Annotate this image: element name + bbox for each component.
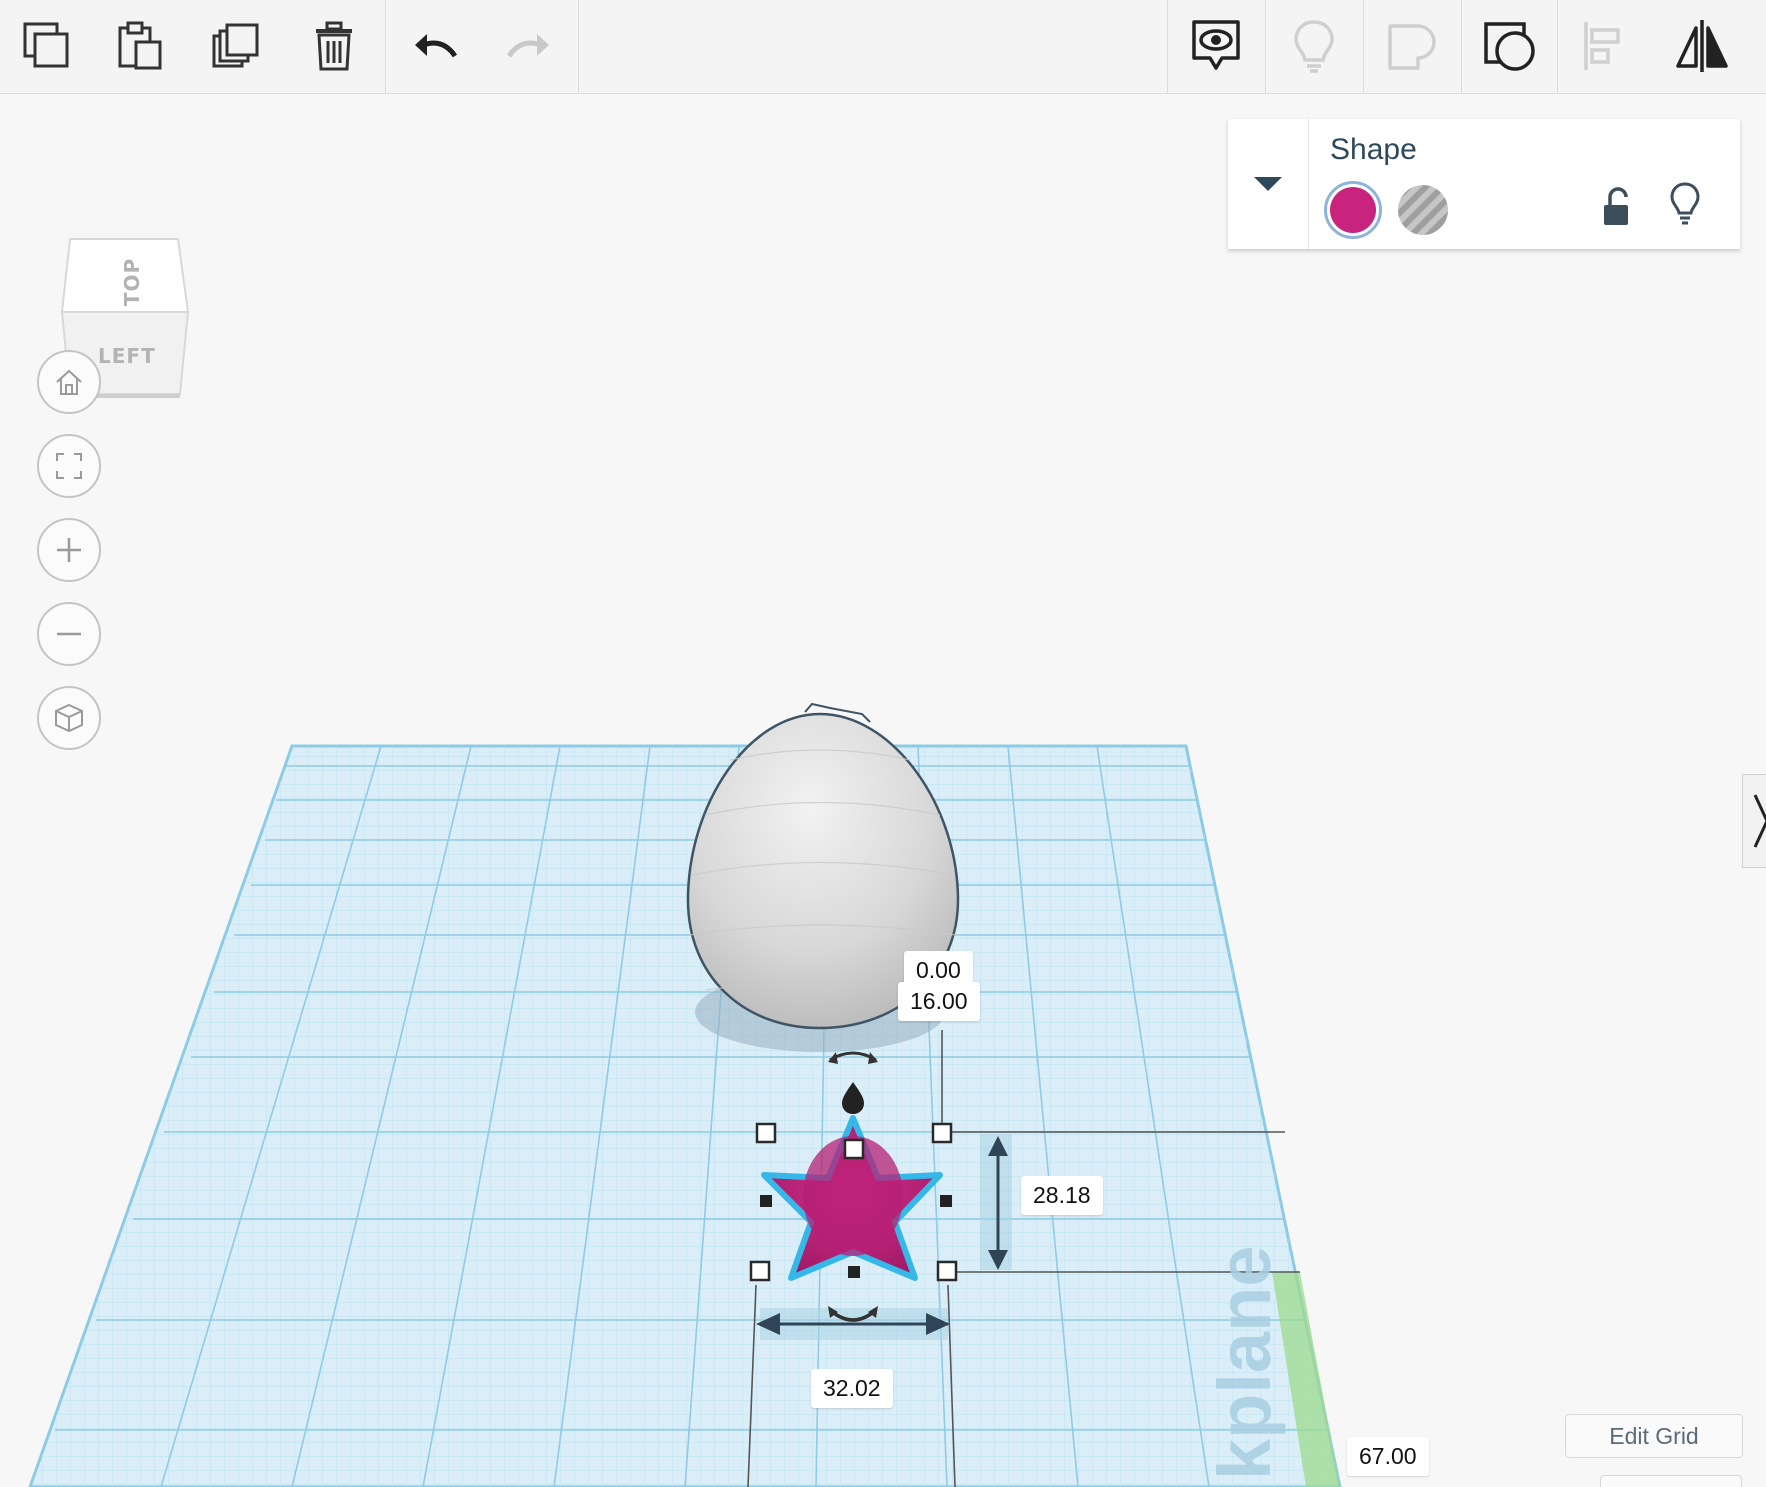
align-button[interactable] (1574, 14, 1638, 78)
paste-icon (118, 21, 162, 70)
toolbar-divider (1557, 0, 1558, 93)
zoom-out-icon (57, 632, 81, 636)
position-input[interactable]: 67.00 (1347, 1437, 1429, 1476)
toolbar-divider (1363, 0, 1364, 93)
solid-color-dot (1330, 187, 1376, 233)
group-icon (1388, 24, 1436, 70)
align-icon (1584, 22, 1620, 70)
inspector-collapse-button[interactable] (1228, 119, 1309, 249)
inspector-title: Shape (1330, 133, 1417, 166)
view-cube-left-label[interactable]: LEFT (98, 344, 156, 368)
ungroup-icon (1484, 22, 1535, 71)
fit-view-button[interactable] (37, 434, 101, 498)
chevron-down-icon (1254, 177, 1282, 191)
lightbulb-icon (1294, 20, 1334, 73)
mirror-icon (1676, 20, 1728, 72)
visibility-lightbulb-icon[interactable] (1668, 181, 1702, 227)
workplane-label: kplane (1203, 1246, 1286, 1480)
show-all-button[interactable] (1282, 14, 1346, 78)
zoom-in-icon (57, 538, 81, 562)
perspective-toggle-button[interactable] (37, 686, 101, 750)
notes-button[interactable] (1184, 14, 1248, 78)
toolbar-divider (578, 0, 579, 93)
paste-button[interactable] (108, 14, 172, 78)
width-arrow[interactable] (756, 1308, 950, 1340)
edit-grid-button[interactable]: Edit Grid (1565, 1414, 1743, 1458)
snap-grid-control[interactable] (1600, 1475, 1742, 1487)
trash-icon (316, 21, 352, 71)
height-input[interactable]: 28.18 (1021, 1176, 1103, 1215)
side-panel-toggle[interactable] (1742, 774, 1766, 868)
height-arrow[interactable] (980, 1134, 1012, 1270)
3d-workspace[interactable]: kplane TOP LEFT Shape 0.00 16.00 28.18 3… (0, 94, 1766, 1487)
undo-button[interactable] (403, 14, 467, 78)
zoom-out-button[interactable] (37, 602, 101, 666)
redo-icon (506, 34, 549, 58)
toolbar-divider (385, 0, 386, 93)
toolbar-divider (1167, 0, 1168, 93)
note-eye-icon (1192, 20, 1240, 70)
perspective-cube-icon (55, 703, 83, 733)
workplane-scene[interactable]: kplane (0, 94, 1766, 1487)
chevron-right-icon (1753, 794, 1766, 848)
gap-distance-input[interactable]: 16.00 (898, 982, 980, 1021)
view-cube-top-label[interactable]: TOP (120, 258, 144, 306)
fit-view-icon (56, 453, 82, 479)
home-icon (56, 369, 82, 395)
mirror-button[interactable] (1670, 14, 1734, 78)
copy-icon (23, 22, 69, 68)
home-view-button[interactable] (37, 350, 101, 414)
toolbar-divider (1265, 0, 1266, 93)
duplicate-icon (212, 23, 259, 68)
solid-color-swatch[interactable] (1324, 181, 1382, 239)
group-button[interactable] (1380, 14, 1444, 78)
shape-inspector: Shape (1228, 119, 1740, 249)
duplicate-button[interactable] (204, 14, 268, 78)
top-toolbar (0, 0, 1766, 94)
toolbar-divider (1461, 0, 1462, 93)
width-input[interactable]: 32.02 (811, 1369, 893, 1408)
hole-swatch[interactable] (1398, 185, 1448, 235)
unlock-icon[interactable] (1600, 185, 1632, 229)
undo-icon (415, 34, 458, 58)
copy-button[interactable] (15, 14, 79, 78)
redo-button[interactable] (497, 14, 561, 78)
delete-button[interactable] (302, 14, 366, 78)
zoom-in-button[interactable] (37, 518, 101, 582)
ungroup-button[interactable] (1478, 14, 1542, 78)
